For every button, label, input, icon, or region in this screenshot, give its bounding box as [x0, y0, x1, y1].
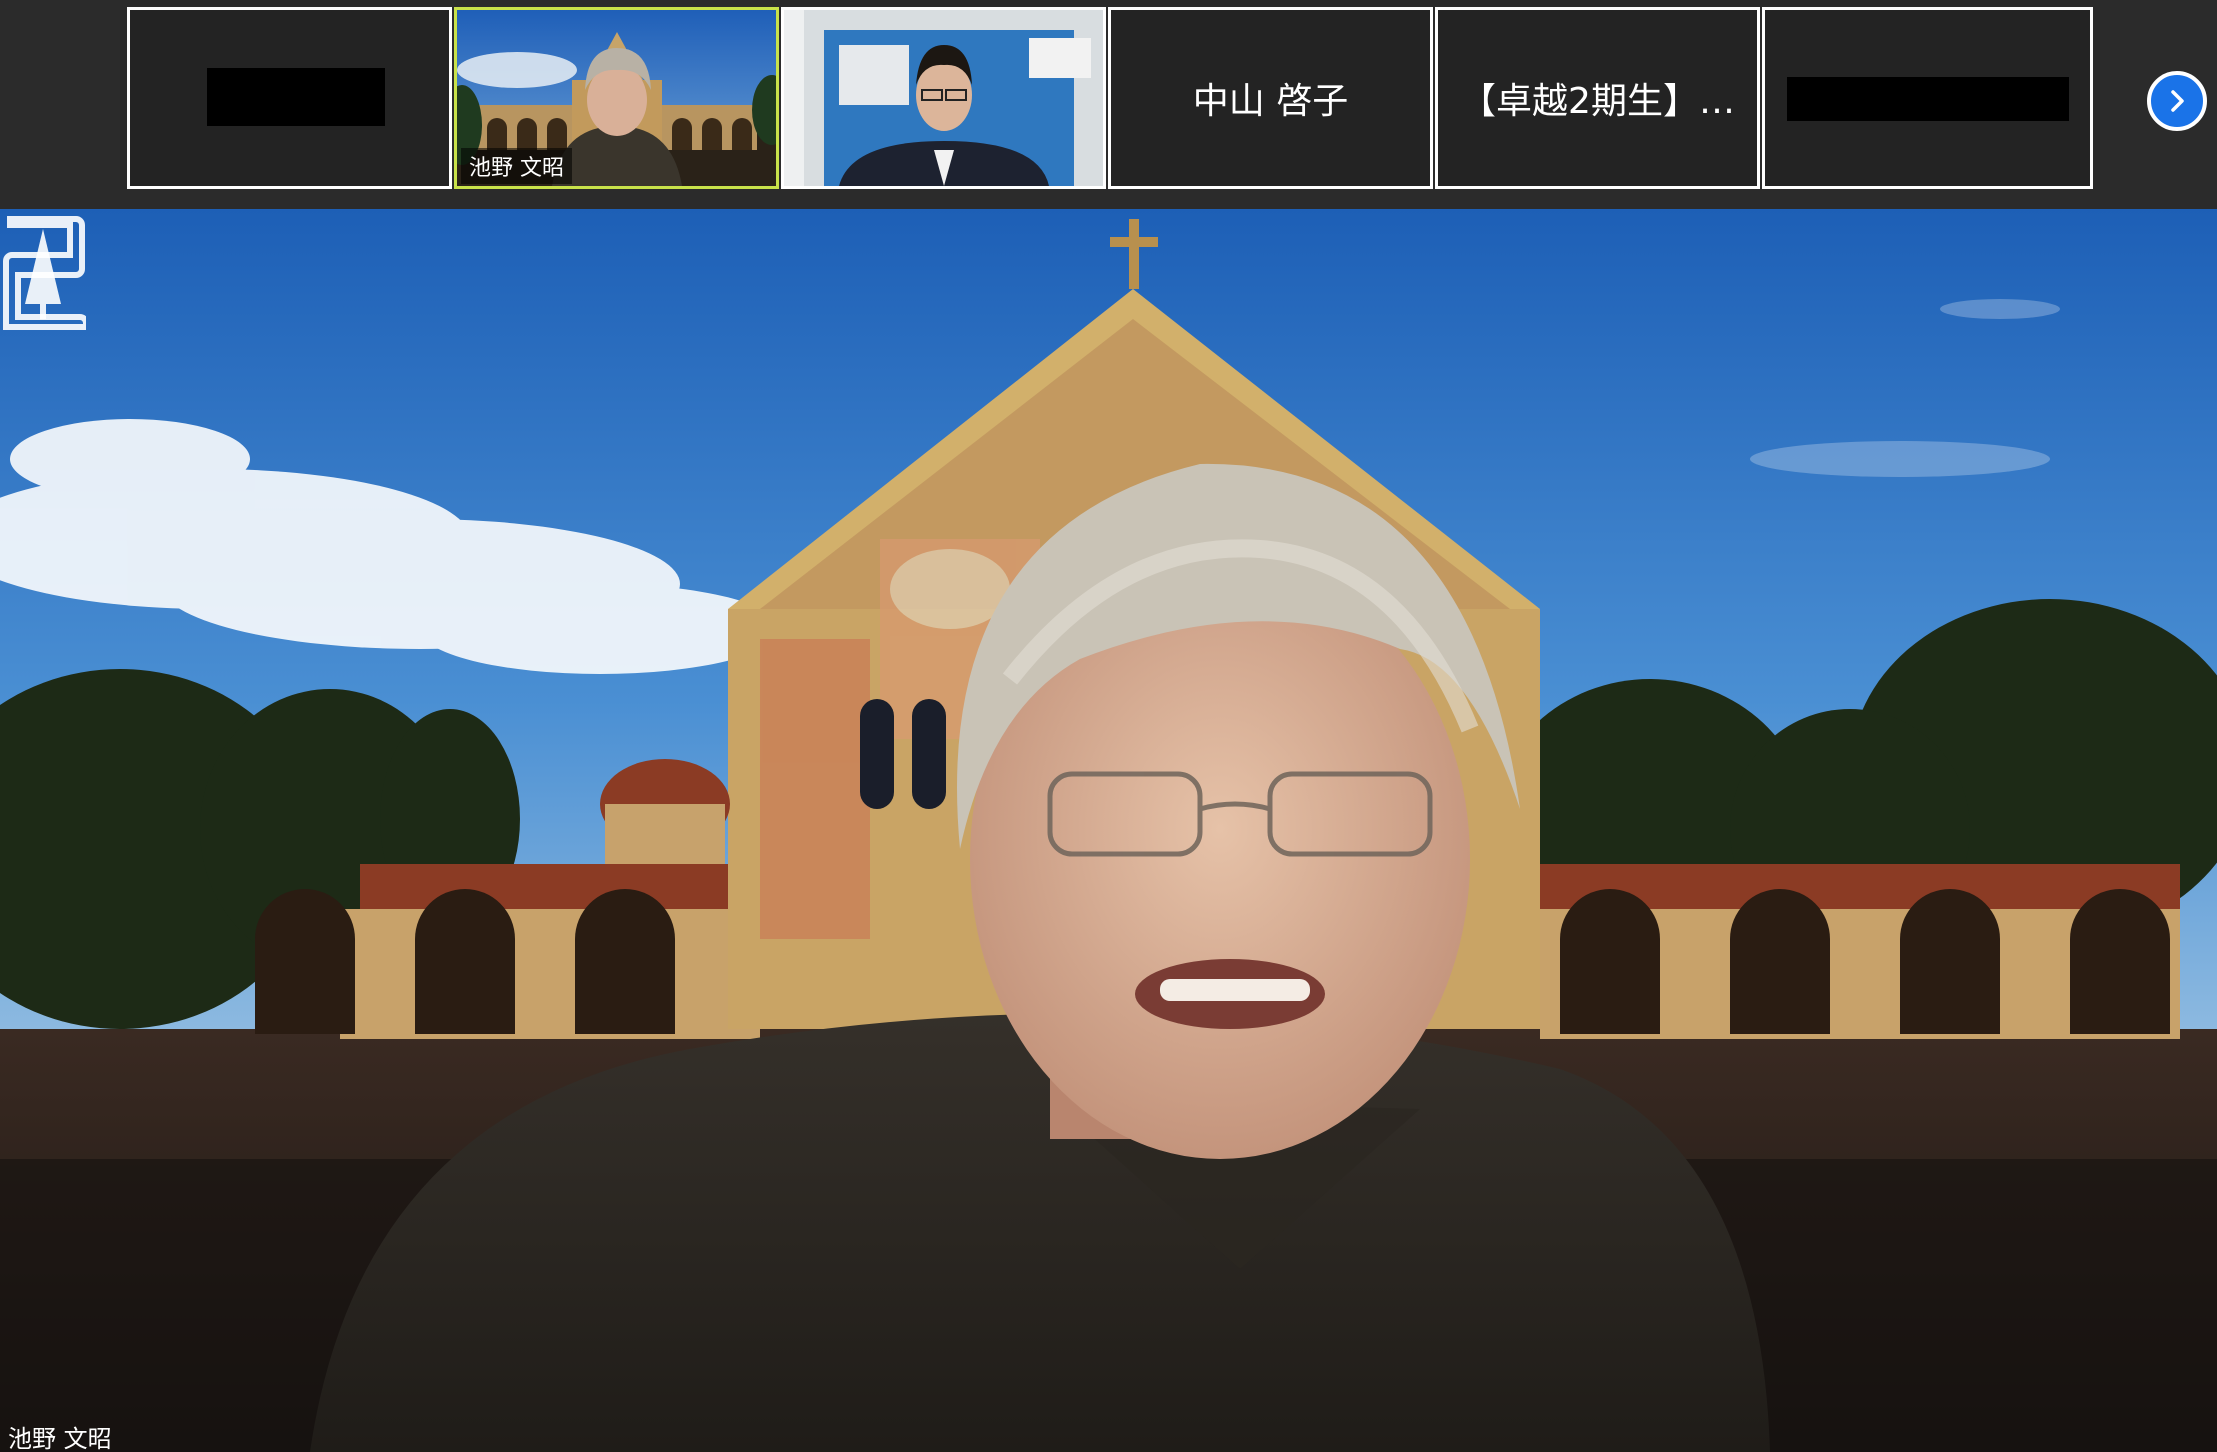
participant-tile-4[interactable]: 中山 啓子 — [1108, 7, 1433, 189]
speaker-name-label: 池野 文昭 — [8, 1425, 112, 1452]
stanford-tree-logo-icon — [3, 216, 86, 330]
participant-video-thumb — [784, 10, 1103, 186]
chevron-right-icon — [2171, 90, 2184, 112]
next-page-button[interactable] — [2147, 71, 2207, 131]
main-speaker-video: 池野 文昭 — [0, 209, 2217, 1452]
participant-tile-2[interactable]: 池野 文昭 — [454, 7, 779, 189]
participant-tile-5[interactable]: 【卓越2期生】… — [1435, 7, 1760, 189]
gallery-strip: 池野 文昭 中山 啓子 【卓越2期生】… — [0, 0, 2217, 209]
redacted-name — [1787, 77, 2069, 121]
redacted-name — [207, 68, 385, 126]
participant-name-label: 池野 文昭 — [461, 148, 572, 184]
participant-name-label: 中山 啓子 — [1192, 81, 1349, 122]
participant-tile-1[interactable] — [127, 7, 452, 189]
participant-name-label: 【卓越2期生】… — [1460, 81, 1735, 122]
participant-tile-6[interactable] — [1762, 7, 2093, 189]
speaker-video-frame — [0, 209, 2217, 1452]
participant-tile-3[interactable] — [781, 7, 1106, 189]
